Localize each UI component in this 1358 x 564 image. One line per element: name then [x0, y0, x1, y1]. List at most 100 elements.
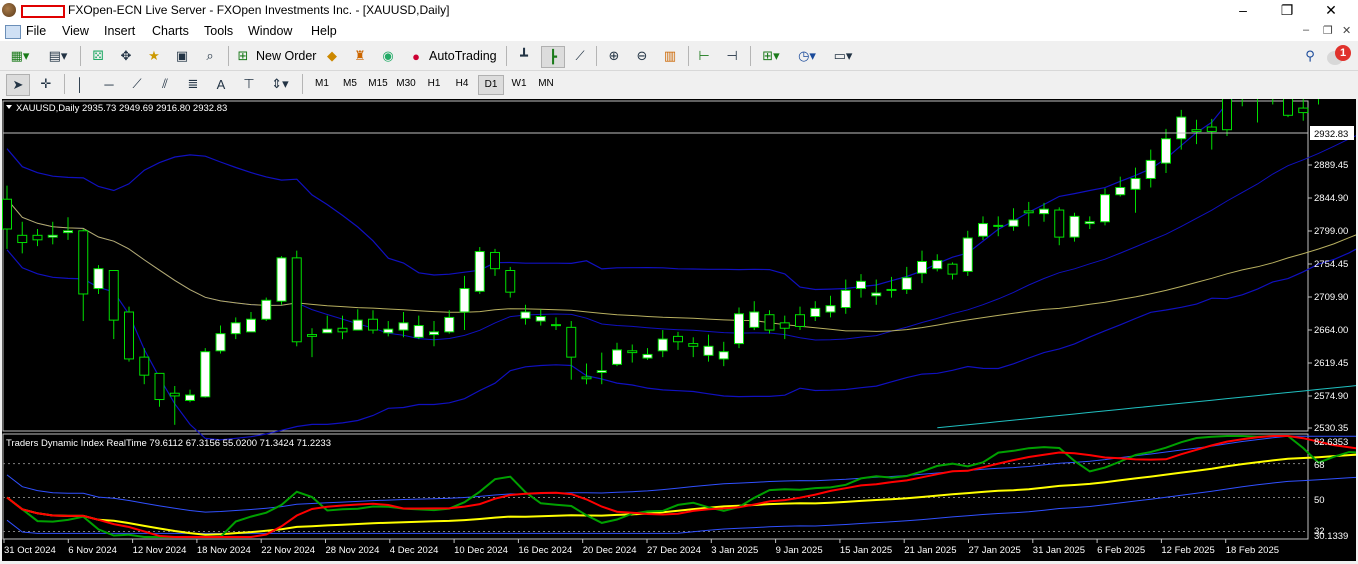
metaeditor-icon[interactable]: ◆: [322, 47, 342, 65]
new-order-icon[interactable]: ⊞: [234, 47, 252, 65]
periods-icon[interactable]: ◷▾: [792, 47, 822, 65]
market-watch-icon[interactable]: ⚄: [88, 47, 108, 65]
timeframe-w1[interactable]: W1: [507, 75, 531, 93]
vertical-line-icon[interactable]: │: [72, 75, 88, 93]
equidistant-channel-icon[interactable]: ⫽: [156, 75, 174, 93]
candle: [474, 247, 485, 294]
chart-shift-icon[interactable]: ⊣: [722, 47, 742, 65]
date-tick-label: 16 Dec 2024: [518, 545, 572, 556]
bear-candle-body: [520, 311, 531, 319]
crosshair-icon[interactable]: ✛: [36, 75, 56, 93]
terminal-icon[interactable]: ▣: [172, 47, 192, 65]
templates-icon[interactable]: ▭▾: [828, 47, 858, 65]
bear-candle-body: [1161, 138, 1171, 164]
bull-candle-body: [2, 198, 12, 230]
title-bar: FXOpen-ECN Live Server - FXOpen Investme…: [0, 0, 1358, 21]
bull-candle-body: [1054, 209, 1065, 238]
candle: [261, 297, 272, 322]
maximize-button[interactable]: ❐: [1264, 0, 1310, 21]
menu-tools[interactable]: Tools: [204, 24, 233, 38]
bear-candle-body: [215, 333, 226, 352]
menu-insert[interactable]: Insert: [104, 24, 135, 38]
timeframe-m15[interactable]: M15: [366, 75, 390, 93]
timeframe-d1[interactable]: D1: [478, 75, 504, 95]
timeframe-m1[interactable]: M1: [310, 75, 334, 93]
notification-badge[interactable]: 1: [1335, 45, 1351, 61]
text-tool-icon[interactable]: A: [212, 75, 230, 93]
price-tick-label: 2754.45: [1314, 259, 1348, 270]
date-tick-label: 15 Jan 2025: [840, 545, 892, 556]
indicators-icon[interactable]: ⊞▾: [756, 47, 786, 65]
menu-help[interactable]: Help: [311, 24, 337, 38]
data-window-icon[interactable]: ✥: [116, 47, 136, 65]
bull-candle-body: [291, 257, 302, 343]
new-order-button[interactable]: New Order: [256, 49, 316, 63]
mdi-close-button[interactable]: ✕: [1342, 24, 1351, 37]
bear-candle-body: [322, 328, 333, 334]
window-title: FXOpen-ECN Live Server - FXOpen Investme…: [68, 3, 450, 17]
profiles-icon[interactable]: ▤▾: [44, 47, 72, 65]
fibonacci-icon[interactable]: ≣: [184, 75, 202, 93]
menu-window[interactable]: Window: [248, 24, 292, 38]
bear-candle-body: [1115, 186, 1126, 196]
navigator-icon[interactable]: ★: [144, 47, 164, 65]
autotrading-button[interactable]: AutoTrading: [429, 49, 497, 63]
trendline-icon[interactable]: ⟋: [128, 75, 146, 93]
bear-candle-body: [93, 268, 104, 290]
mdi-minimize-button[interactable]: –: [1303, 24, 1309, 36]
tile-windows-icon[interactable]: ▥: [660, 47, 680, 65]
bear-candle-body: [429, 331, 439, 336]
bar-chart-icon[interactable]: ┻: [514, 47, 534, 65]
bull-candle-body: [78, 230, 89, 295]
chart-window[interactable]: 2889.45 2844.90 2799.00 2754.45 2709.90 2664.…: [2, 20, 1358, 561]
price-chart[interactable]: 2889.45 2844.90 2799.00 2754.45 2709.90 2664.…: [2, 20, 1358, 561]
arrows-icon[interactable]: ⇕▾: [266, 75, 294, 93]
timeframe-h1[interactable]: H1: [422, 75, 446, 93]
bull-candle-body: [108, 270, 119, 321]
bear-candle-body: [459, 288, 470, 313]
date-tick-label: 12 Feb 2025: [1161, 545, 1214, 556]
minimize-button[interactable]: –: [1220, 0, 1266, 21]
bear-candle-body: [230, 322, 241, 335]
menu-bar: File View Insert Charts Tools Window Hel…: [0, 21, 1358, 41]
menu-view[interactable]: View: [62, 24, 89, 38]
bear-candle-body: [1008, 219, 1019, 227]
community-icon[interactable]: ◉: [378, 47, 398, 65]
bull-candle-body: [779, 322, 790, 329]
chart-header: XAUUSD,Daily 2935.73 2949.69 2916.80 293…: [16, 103, 227, 114]
strategy-tester-icon[interactable]: ⌕: [200, 47, 220, 65]
text-label-icon[interactable]: ⊤: [240, 75, 258, 93]
bear-candle-body: [612, 349, 622, 365]
search-icon[interactable]: ⚲: [1300, 47, 1320, 65]
zoom-out-icon[interactable]: ⊖: [632, 47, 652, 65]
cursor-icon[interactable]: ➤: [6, 74, 30, 96]
autotrading-icon[interactable]: ●: [406, 47, 426, 65]
timeframe-m30[interactable]: M30: [394, 75, 418, 93]
bull-candle-body: [337, 327, 348, 333]
timeframe-m5[interactable]: M5: [338, 75, 362, 93]
menu-file[interactable]: File: [26, 24, 46, 38]
close-button[interactable]: ✕: [1308, 0, 1354, 21]
auto-scroll-icon[interactable]: ⊢: [694, 47, 714, 65]
line-chart-icon[interactable]: ⟋: [570, 47, 590, 65]
menu-charts[interactable]: Charts: [152, 24, 189, 38]
timeframe-h4[interactable]: H4: [450, 75, 474, 93]
timeframe-mn[interactable]: MN: [534, 75, 558, 93]
redacted-account-box: [21, 5, 65, 18]
horizontal-line-icon[interactable]: ─: [100, 75, 118, 93]
app-icon[interactable]: [2, 3, 16, 17]
chart-window-icon[interactable]: [5, 25, 21, 39]
date-tick-label: 31 Jan 2025: [1033, 545, 1085, 556]
candlestick-chart-icon[interactable]: ┣: [541, 46, 565, 68]
mdi-restore-button[interactable]: ❐: [1323, 24, 1333, 37]
toolbar-separator: [596, 46, 597, 66]
price-tick-label: 2709.90: [1314, 292, 1348, 303]
bear-candle-body: [825, 305, 836, 313]
bull-candle-body: [505, 270, 516, 293]
new-chart-icon[interactable]: ▦▾: [6, 47, 34, 65]
date-tick-label: 4 Dec 2024: [390, 545, 439, 556]
standard-toolbar: ▦▾ ▤▾ ⚄ ✥ ★ ▣ ⌕ ⊞ New Order ◆ ♜ ◉ ● Auto…: [0, 42, 1358, 71]
bull-candle-body: [139, 356, 150, 376]
signals-icon[interactable]: ♜: [350, 47, 370, 65]
zoom-in-icon[interactable]: ⊕: [604, 47, 624, 65]
